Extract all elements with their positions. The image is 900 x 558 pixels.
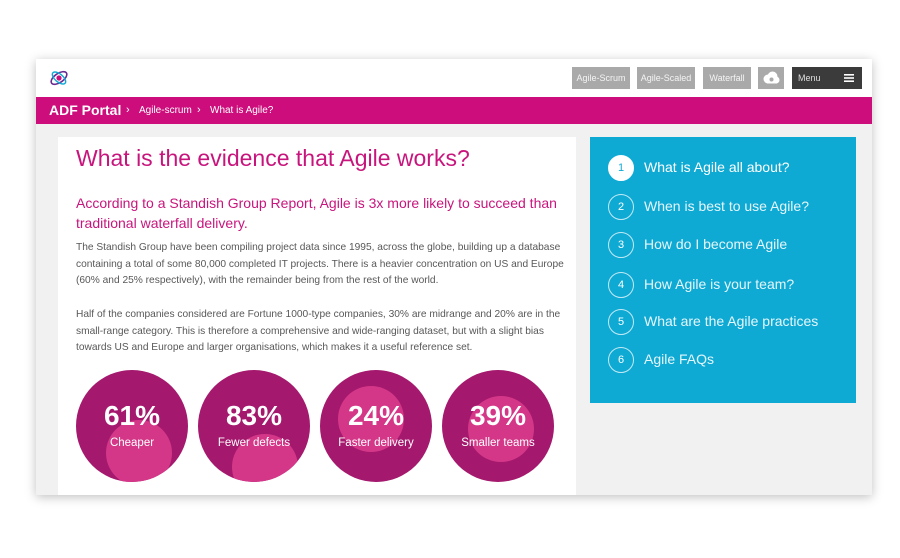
- stat-value: 61%: [103, 400, 161, 431]
- agile-logo-icon[interactable]: [48, 67, 70, 89]
- menu-button[interactable]: Menu: [792, 67, 862, 89]
- sidebar-item-label: What is Agile all about?: [644, 159, 790, 175]
- stat-circle-faster-delivery: 24% Faster delivery: [320, 370, 432, 482]
- chevron-right-icon: ›: [126, 104, 130, 116]
- page-title: What is the evidence that Agile works?: [76, 145, 470, 171]
- stat-label: Faster delivery: [338, 437, 414, 449]
- sidebar-item-team-agility[interactable]: 4 How Agile is your team?: [608, 272, 848, 300]
- cloud-button[interactable]: [758, 67, 784, 89]
- stat-label: Cheaper: [109, 437, 155, 449]
- nav-button-agile-scrum[interactable]: Agile-Scrum: [572, 67, 630, 89]
- step-number-badge: 1: [608, 155, 634, 181]
- stat-circle-smaller-teams: 39% Smaller teams: [442, 370, 554, 482]
- sidebar-item-label: Agile FAQs: [644, 351, 715, 367]
- stat-value: 83%: [225, 400, 283, 431]
- browser-page: Agile-Scrum Agile-Scaled Waterfall Menu …: [36, 59, 872, 495]
- stat-label: Fewer defects: [217, 437, 291, 449]
- hamburger-icon: [844, 74, 854, 82]
- step-number-badge: 2: [608, 194, 634, 220]
- breadcrumb-item-current: What is Agile?: [210, 105, 274, 116]
- sidebar-item-agile-practices[interactable]: 5 What are the Agile practices: [608, 309, 848, 337]
- step-number-badge: 6: [608, 347, 634, 373]
- article-panel: What is the evidence that Agile works? A…: [58, 137, 576, 495]
- step-number-badge: 5: [608, 309, 634, 335]
- chevron-right-icon: ›: [197, 104, 201, 116]
- menu-label: Menu: [798, 73, 821, 83]
- sidebar-item-when-to-use[interactable]: 2 When is best to use Agile?: [608, 194, 848, 222]
- article-subtitle: According to a Standish Group Report, Ag…: [76, 195, 557, 231]
- step-number-badge: 4: [608, 272, 634, 298]
- breadcrumb: ADF Portal › Agile-scrum › What is Agile…: [36, 97, 872, 124]
- sidebar-item-label: When is best to use Agile?: [644, 198, 809, 214]
- sidebar-item-agile-faqs[interactable]: 6 Agile FAQs: [608, 347, 848, 375]
- topic-navigation-panel: 1 What is Agile all about? 2 When is bes…: [590, 137, 856, 403]
- stat-circle-cheaper: 61% Cheaper: [76, 370, 188, 482]
- breadcrumb-item-agile-scrum[interactable]: Agile-scrum: [139, 105, 192, 116]
- sidebar-item-label: What are the Agile practices: [644, 313, 819, 329]
- nav-button-waterfall[interactable]: Waterfall: [703, 67, 751, 89]
- article-paragraph: Half of the companies considered are For…: [76, 309, 561, 353]
- nav-button-agile-scaled[interactable]: Agile-Scaled: [637, 67, 695, 89]
- stat-label: Smaller teams: [461, 437, 535, 449]
- stat-value: 39%: [469, 400, 527, 431]
- step-number-badge: 3: [608, 232, 634, 258]
- breadcrumb-brand-link[interactable]: ADF Portal: [49, 102, 121, 118]
- article-paragraph: The Standish Group have been compiling p…: [76, 242, 564, 286]
- sidebar-item-label: How do I become Agile: [644, 236, 788, 252]
- sidebar-item-what-is-agile[interactable]: 1 What is Agile all about?: [608, 155, 848, 183]
- cloud-icon: [763, 71, 780, 84]
- top-navigation-bar: Agile-Scrum Agile-Scaled Waterfall Menu: [36, 59, 872, 97]
- sidebar-item-become-agile[interactable]: 3 How do I become Agile: [608, 232, 848, 260]
- stat-circle-fewer-defects: 83% Fewer defects: [198, 370, 310, 482]
- sidebar-item-label: How Agile is your team?: [644, 276, 795, 292]
- stat-value: 24%: [347, 400, 405, 431]
